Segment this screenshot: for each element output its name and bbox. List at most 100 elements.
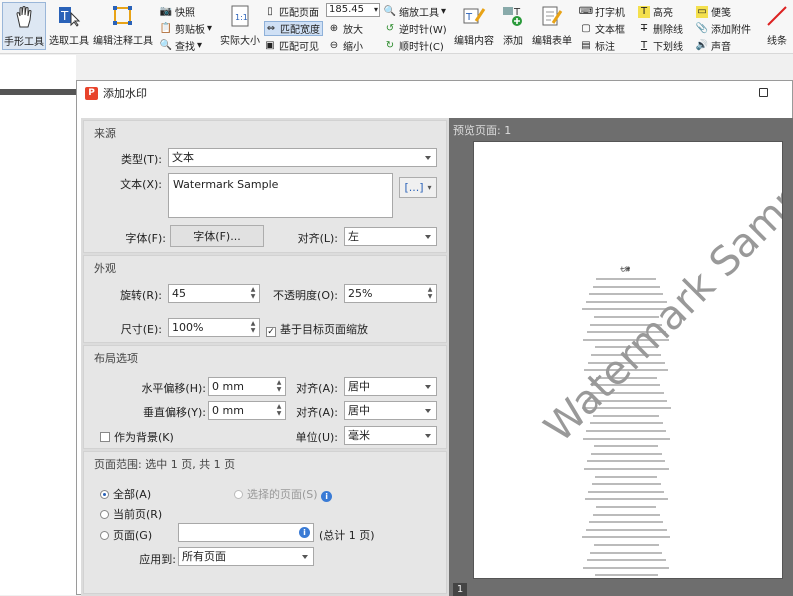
doc-text-line	[589, 422, 663, 425]
fit-visible-button[interactable]: ▣ 匹配可见	[264, 38, 319, 53]
rotation-input[interactable]: 45 ▲ ▼	[168, 284, 260, 303]
svg-text:T: T	[465, 12, 473, 23]
dialog-titlebar: P 添加水印	[77, 81, 792, 105]
add-button[interactable]: T 添加	[498, 2, 528, 50]
doc-text-line	[595, 475, 657, 478]
opacity-spinner[interactable]: ▲ ▼	[426, 286, 434, 301]
background-label: 作为背景(K)	[114, 431, 174, 444]
edit-form-button[interactable]: 编辑表单	[530, 2, 574, 50]
strikethrough-icon: T	[640, 23, 648, 34]
current-page-radio[interactable]: 当前页(R)	[100, 506, 162, 522]
fit-width-button[interactable]: ⇔ 匹配宽度	[264, 21, 323, 36]
zoom-out-button[interactable]: ⊖ 缩小	[328, 38, 363, 53]
insert-variable-button[interactable]: [...] ▾	[399, 177, 437, 198]
textbox-button[interactable]: ▢ 文本框	[580, 21, 625, 36]
unit-select[interactable]: 毫米	[344, 426, 437, 445]
ribbon-toolbar: 手形工具 T 选取工具 编辑注释工具 📷 快照 📋 剪贴板 ▾ 🔍 查找 ▾ 1:1 实际…	[0, 0, 793, 54]
all-pages-radio[interactable]: 全部(A)	[100, 486, 151, 502]
doc-text-line	[587, 460, 665, 463]
doc-text-line	[586, 430, 666, 432]
page-number[interactable]: 1	[453, 583, 467, 596]
background-checkbox[interactable]: 作为背景(K)	[100, 429, 174, 445]
underline-button[interactable]: T 下划线	[638, 38, 683, 53]
document-tab-strip	[0, 89, 76, 95]
highlight-button[interactable]: T 高亮	[638, 4, 673, 19]
dialog-title: 添加水印	[103, 87, 147, 100]
text-label: 文本(X):	[120, 178, 162, 191]
size-input[interactable]: 100% ▲ ▼	[168, 318, 260, 337]
actual-size-button[interactable]: 1:1 实际大小	[218, 2, 262, 50]
doc-text-line	[596, 278, 656, 280]
size-spinner[interactable]: ▲ ▼	[249, 320, 257, 335]
hand-tool-button[interactable]: 手形工具	[2, 2, 46, 50]
edit-content-icon: T	[460, 2, 488, 30]
v-offset-spinner[interactable]: ▲ ▼	[275, 403, 283, 418]
text-input[interactable]: Watermark Sample	[168, 173, 393, 218]
fit-width-icon: ⇔	[266, 23, 276, 34]
zoom-input[interactable]: 185.45 ▾	[326, 3, 380, 17]
doc-text-line	[596, 506, 656, 508]
note-label: 便笺	[711, 8, 731, 19]
page-range-group: 页面范围: 选中 1 页, 共 1 页 全部(A) 选择的页面(S) i 当前页…	[83, 451, 447, 594]
clipboard-label: 剪贴板	[175, 25, 205, 36]
strikethrough-button[interactable]: T 删除线	[638, 21, 683, 36]
opacity-input[interactable]: 25% ▲ ▼	[344, 284, 437, 303]
edit-content-button[interactable]: T 编辑内容	[452, 2, 496, 50]
sound-button[interactable]: 🔊 声音	[696, 38, 731, 53]
h-offset-input[interactable]: 0 mm ▲ ▼	[208, 377, 286, 396]
find-button[interactable]: 🔍 查找 ▾	[160, 38, 202, 53]
size-label: 尺寸(E):	[120, 323, 162, 336]
doc-text-line	[589, 293, 663, 296]
h-align-select[interactable]: 居中	[344, 377, 437, 396]
watermark-text: Watermark Sample	[535, 147, 783, 452]
fit-page-button[interactable]: ▯ 匹配页面	[264, 4, 319, 19]
attach-file-button[interactable]: 📎 添加附件	[696, 21, 751, 36]
rotate-left-button[interactable]: ↺ 逆时针(W)	[384, 21, 447, 36]
pages-input[interactable]: i	[178, 523, 314, 542]
doc-text-line	[583, 566, 669, 569]
zoom-in-button[interactable]: ⊕ 放大	[328, 21, 363, 36]
edit-annotation-button[interactable]: 编辑注释工具	[92, 2, 154, 50]
v-offset-input[interactable]: 0 mm ▲ ▼	[208, 401, 286, 420]
snapshot-button[interactable]: 📷 快照	[160, 4, 195, 19]
document-background	[0, 55, 76, 595]
fit-visible-icon: ▣	[265, 40, 275, 51]
doc-text-line	[583, 468, 669, 470]
type-select[interactable]: 文本	[168, 148, 437, 167]
opacity-label: 不透明度(O):	[273, 289, 338, 302]
callout-button[interactable]: ▤ 标注	[580, 38, 615, 53]
unit-value: 毫米	[348, 429, 370, 442]
size-value: 100%	[172, 321, 204, 334]
doc-text-line	[584, 498, 668, 501]
selected-pages-radio[interactable]: 选择的页面(S) i	[234, 486, 333, 502]
current-page-label: 当前页(R)	[113, 508, 163, 521]
typewriter-button[interactable]: ⌨ 打字机	[579, 4, 625, 19]
line-button[interactable]: 线条	[762, 2, 792, 50]
find-icon: 🔍	[159, 40, 173, 51]
strikethrough-label: 删除线	[653, 25, 683, 36]
edit-form-label: 编辑表单	[532, 36, 572, 47]
v-align-select[interactable]: 居中	[344, 401, 437, 420]
align-select[interactable]: 左	[344, 227, 437, 246]
font-button[interactable]: 字体(F)...	[170, 225, 264, 247]
doc-text-line	[594, 574, 658, 577]
select-tool-button[interactable]: T 选取工具	[48, 2, 90, 50]
note-button[interactable]: ▭ 便笺	[696, 4, 731, 19]
all-pages-radio-dot	[100, 490, 109, 499]
appearance-group: 外观 旋转(R): 45 ▲ ▼ 不透明度(O): 25% ▲ ▼ 尺寸(E): 100…	[83, 255, 447, 343]
zoom-tool-label: 缩放工具	[399, 8, 439, 19]
maximize-icon[interactable]	[759, 88, 768, 97]
apply-to-select[interactable]: 所有页面	[178, 547, 314, 566]
scale-relative-checkbox[interactable]: ✓ 基于目标页面缩放	[266, 321, 368, 337]
edit-annotation-label: 编辑注释工具	[93, 36, 153, 47]
rotation-spinner[interactable]: ▲ ▼	[249, 286, 257, 301]
h-align-value: 居中	[348, 380, 370, 393]
add-icon: T	[499, 2, 527, 30]
zoom-tool-button[interactable]: 🔍 缩放工具 ▾	[384, 4, 446, 19]
h-offset-spinner[interactable]: ▲ ▼	[275, 379, 283, 394]
pages-radio[interactable]: 页面(G)	[100, 527, 152, 543]
rotate-right-button[interactable]: ↻ 顺时针(C)	[384, 38, 444, 53]
doc-text-line	[592, 285, 660, 288]
preview-page[interactable]: 七律 Watermark Sample	[473, 141, 783, 579]
clipboard-button[interactable]: 📋 剪贴板 ▾	[160, 21, 212, 36]
